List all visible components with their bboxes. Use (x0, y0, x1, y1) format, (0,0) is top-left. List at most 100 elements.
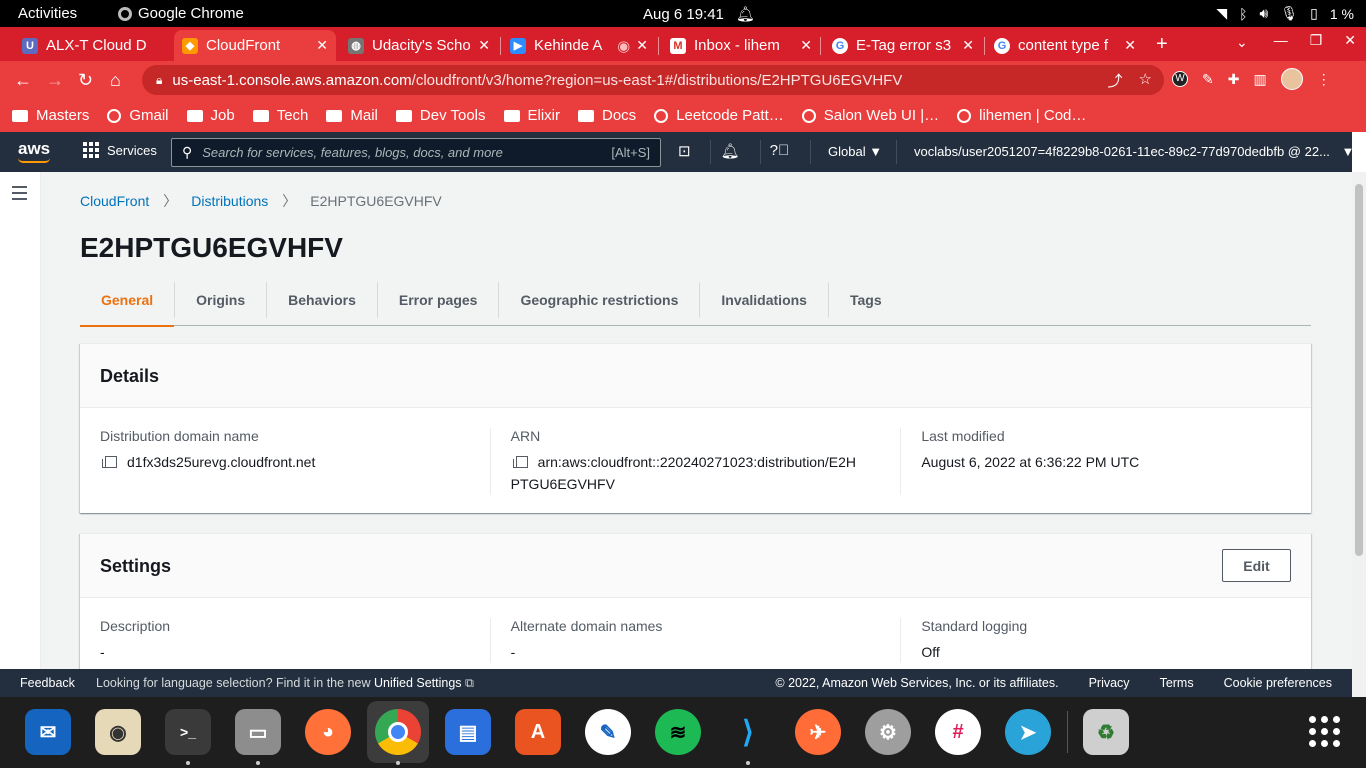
browser-tab[interactable]: G E-Tag error s3 ✕ (824, 30, 982, 61)
bookmark-folder[interactable]: Masters (12, 107, 89, 124)
thunderbird-icon[interactable]: ✉ (25, 709, 71, 755)
edit-button[interactable]: Edit (1222, 549, 1291, 582)
side-panel-icon[interactable]: ▥ (1253, 71, 1266, 88)
bookmark-link[interactable]: lihemen | Cod… (957, 107, 1086, 124)
browser-tab[interactable]: G content type f ✕ (986, 30, 1144, 61)
bookmark-folder[interactable]: Docs (578, 107, 636, 124)
tab-behaviors[interactable]: Behaviors (267, 282, 378, 318)
tab-tags[interactable]: Tags (829, 282, 903, 318)
copy-icon[interactable] (512, 456, 528, 468)
bookmark-folder[interactable]: Job (186, 107, 235, 124)
postman-icon[interactable]: ✈ (795, 709, 841, 755)
system-tray[interactable]: ◥ ᛒ 🔊︎ 🎙︎ ▯ 1 % (1216, 5, 1354, 22)
maximize-icon[interactable]: ❐ (1310, 32, 1323, 49)
copy-icon[interactable] (102, 456, 117, 468)
notifications-bell-icon[interactable]: 🔔︎ (721, 142, 740, 160)
tab-general[interactable]: General (80, 282, 176, 327)
bookmark-link[interactable]: Leetcode Patt… (654, 107, 784, 124)
home-icon[interactable]: ⌂ (110, 70, 121, 91)
unified-settings-link[interactable]: Unified Settings (374, 676, 462, 690)
browser-tab[interactable]: U ALX-T Cloud D (14, 30, 170, 61)
services-menu-button[interactable]: Services (83, 142, 157, 158)
forward-icon[interactable]: → (46, 70, 64, 91)
cloudshell-icon[interactable]: ⊡ (678, 142, 691, 160)
inkscape-icon[interactable]: ✎ (585, 709, 631, 755)
back-icon[interactable]: ← (14, 70, 32, 91)
breadcrumb-cloudfront[interactable]: CloudFront (80, 193, 149, 209)
close-tab-icon[interactable]: ✕ (800, 37, 812, 54)
tab-title: E-Tag error s3 (856, 37, 952, 54)
spotify-icon[interactable]: ≋ (655, 709, 701, 755)
account-menu[interactable]: voclabs/user2051207=4f8229b8-0261-11ec-8… (914, 144, 1354, 159)
bookmark-label: Tech (276, 107, 309, 124)
close-tab-icon[interactable]: ✕ (1124, 37, 1136, 54)
bookmark-folder[interactable]: Mail (326, 107, 378, 124)
files-icon[interactable]: ▭ (235, 709, 281, 765)
feedback-link[interactable]: Feedback (20, 676, 75, 690)
tab-invalidations[interactable]: Invalidations (700, 282, 829, 318)
breadcrumb-distributions[interactable]: Distributions (191, 193, 268, 209)
terms-link[interactable]: Terms (1160, 676, 1194, 690)
trash-icon[interactable]: ♻ (1083, 709, 1129, 755)
activities-button[interactable]: Activities (18, 5, 77, 22)
rhythmbox-icon[interactable]: ◉ (95, 709, 141, 755)
software-icon[interactable]: A (515, 709, 561, 755)
address-bar[interactable]: 🔒︎ us-east-1.console.aws.amazon.com /clo… (142, 65, 1164, 95)
show-applications-icon[interactable] (1309, 716, 1340, 747)
nav-divider (760, 140, 761, 164)
battery-icon: ▯ (1310, 5, 1318, 21)
color-picker-extension-icon[interactable]: ✎ (1202, 71, 1214, 88)
minimize-icon[interactable]: — (1274, 32, 1288, 49)
region-selector[interactable]: Global ▼ (828, 144, 882, 159)
telegram-icon[interactable]: ➤ (1005, 709, 1051, 755)
browser-tab[interactable]: M Inbox - lihem ✕ (662, 30, 820, 61)
bookmark-star-icon[interactable]: ☆ (1139, 70, 1152, 91)
chrome-icon[interactable] (367, 701, 429, 765)
close-tab-icon[interactable]: ✕ (316, 37, 328, 54)
share-icon[interactable]: ⤴ (1108, 70, 1123, 91)
close-tab-icon[interactable]: ✕ (962, 37, 974, 54)
distribution-tabs: General Origins Behaviors Error pages Ge… (80, 280, 1311, 327)
writer-icon[interactable]: ▤ (445, 709, 491, 755)
scrollbar-thumb[interactable] (1355, 184, 1363, 556)
running-indicator (256, 761, 260, 765)
reload-icon[interactable]: ↻ (78, 70, 93, 91)
bookmark-folder[interactable]: Tech (252, 107, 309, 124)
firefox-icon[interactable]: ◕ (305, 709, 351, 755)
chrome-menu-icon[interactable]: ⋮ (1317, 71, 1331, 88)
vscode-icon[interactable]: ⟩ (725, 709, 771, 765)
cookie-preferences-link[interactable]: Cookie preferences (1224, 676, 1332, 690)
help-icon[interactable]: ?⃝ (770, 142, 790, 160)
last-modified-value: August 6, 2022 at 6:36:22 PM UTC (921, 454, 1140, 470)
aws-logo[interactable]: aws (18, 139, 50, 163)
tab-search-icon[interactable]: ⌄ (1236, 34, 1248, 51)
tab-geographic-restrictions[interactable]: Geographic restrictions (499, 282, 701, 318)
close-tab-icon[interactable]: ✕ (636, 37, 648, 54)
browser-tab-active[interactable]: ◆ CloudFront ✕ (174, 30, 336, 61)
browser-tab[interactable]: ◍ Udacity's Scho ✕ (340, 30, 498, 61)
profile-avatar[interactable] (1280, 68, 1303, 90)
browser-tab[interactable]: ▶ Kehinde A ◉ ✕ (502, 30, 656, 61)
privacy-link[interactable]: Privacy (1089, 676, 1130, 690)
terminal-icon[interactable]: >_ (165, 709, 211, 765)
extensions-puzzle-icon[interactable]: ✚ (1228, 71, 1240, 88)
hamburger-menu-icon[interactable] (12, 186, 27, 204)
tab-origins[interactable]: Origins (175, 282, 268, 318)
app-name-label: Google Chrome (138, 5, 244, 22)
bookmark-link[interactable]: Salon Web UI |… (801, 107, 939, 124)
page-scrollbar[interactable] (1352, 172, 1366, 697)
new-tab-icon[interactable]: + (1156, 33, 1168, 56)
bookmark-link[interactable]: Gmail (107, 107, 169, 124)
tab-favicon-icon: ▶ (510, 37, 526, 54)
settings-icon[interactable]: ⚙ (865, 709, 911, 755)
slack-icon[interactable]: # (935, 709, 981, 755)
bookmark-folder[interactable]: Elixir (503, 107, 560, 124)
app-menu[interactable]: Google Chrome (118, 5, 244, 22)
close-tab-icon[interactable]: ✕ (478, 37, 490, 54)
bookmark-folder[interactable]: Dev Tools (395, 107, 486, 124)
wordtune-extension-icon[interactable]: W (1172, 71, 1188, 87)
clock[interactable]: Aug 6 19:41 🔔︎ (643, 5, 755, 24)
aws-search-input[interactable]: ⚲ Search for services, features, blogs, … (171, 138, 661, 167)
close-window-icon[interactable]: ✕ (1344, 32, 1356, 49)
tab-error-pages[interactable]: Error pages (378, 282, 500, 318)
